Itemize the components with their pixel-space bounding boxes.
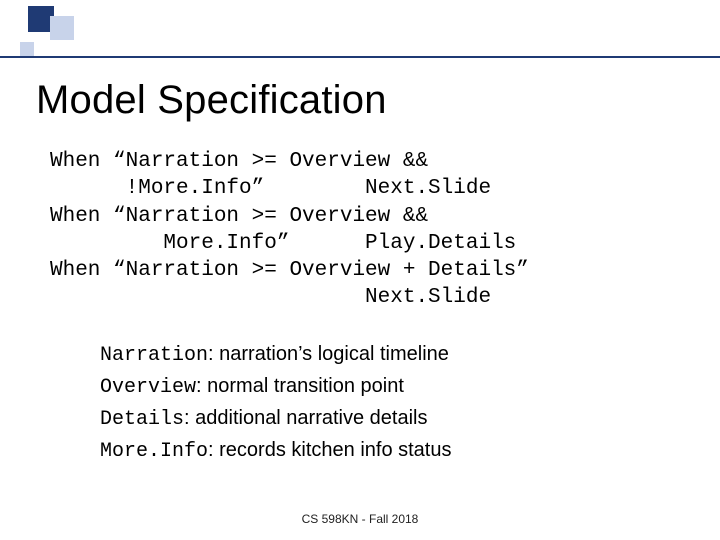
definitions-list: Narration: narration’s logical timeline … xyxy=(100,340,660,468)
definition-row: Details: additional narrative details xyxy=(100,404,660,434)
definition-desc: : additional narrative details xyxy=(184,407,427,429)
page-title: Model Specification xyxy=(36,78,387,123)
definition-term: Narration xyxy=(100,344,208,367)
code-block: When “Narration >= Overview && !More.Inf… xyxy=(50,148,670,312)
definition-desc: : normal transition point xyxy=(196,375,404,397)
footer-text: CS 598KN - Fall 2018 xyxy=(0,512,720,526)
definition-term: Details xyxy=(100,408,184,431)
accent-divider xyxy=(0,56,720,58)
accent-square-small xyxy=(20,42,34,56)
definition-row: Overview: normal transition point xyxy=(100,372,660,402)
slide: Model Specification When “Narration >= O… xyxy=(0,0,720,540)
definition-row: More.Info: records kitchen info status xyxy=(100,436,660,466)
definition-desc: : records kitchen info status xyxy=(208,439,451,461)
definition-row: Narration: narration’s logical timeline xyxy=(100,340,660,370)
accent-square-light xyxy=(50,16,74,40)
accent-bar xyxy=(0,0,720,58)
definition-term: More.Info xyxy=(100,440,208,463)
definition-term: Overview xyxy=(100,376,196,399)
definition-desc: : narration’s logical timeline xyxy=(208,343,449,365)
